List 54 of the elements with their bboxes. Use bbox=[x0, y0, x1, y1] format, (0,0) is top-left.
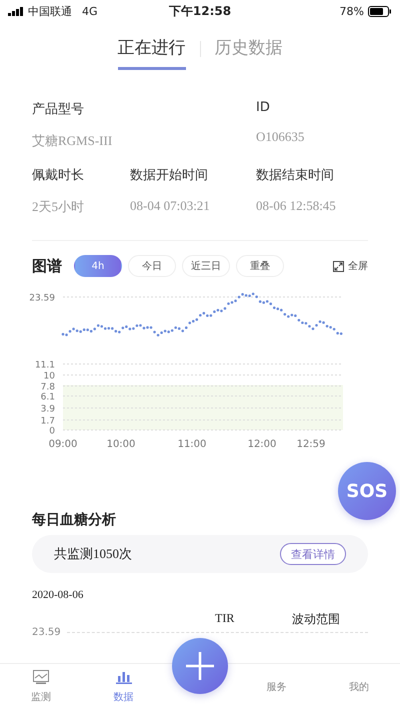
clock-time: 下午12:58 bbox=[168, 2, 232, 20]
add-button[interactable] bbox=[172, 638, 228, 694]
range-tab[interactable]: 近三日 bbox=[182, 255, 230, 277]
carrier-name: 中国联通 bbox=[28, 4, 72, 18]
column-heading: 波动范围 bbox=[292, 611, 340, 628]
plus-icon bbox=[185, 651, 216, 681]
battery-icon bbox=[368, 6, 392, 16]
battery-percent: 78% bbox=[340, 4, 364, 18]
axis-label: 10:00 bbox=[106, 439, 136, 450]
field-label: 数据结束时间 bbox=[256, 167, 335, 184]
nav-item[interactable]: 服务 bbox=[235, 664, 318, 710]
field-label: 产品型号 bbox=[32, 101, 85, 118]
fullscreen-button[interactable]: 全屏 bbox=[333, 259, 368, 273]
axis-label: 12:00 bbox=[248, 439, 276, 450]
details-button[interactable]: 查看详情 bbox=[280, 543, 346, 565]
tab[interactable]: 正在进行 bbox=[118, 36, 186, 70]
field-value: 08-06 12:58:45 bbox=[256, 198, 337, 214]
tab[interactable]: 历史数据 bbox=[214, 36, 282, 70]
section-title: 每日血糖分析 bbox=[32, 511, 117, 529]
sos-button[interactable]: SOS bbox=[338, 462, 396, 520]
axis-label: 6.1 bbox=[40, 392, 55, 402]
bar-chart-icon bbox=[116, 670, 132, 684]
nav-item[interactable]: 我的 bbox=[318, 664, 400, 710]
field-value: 艾糖RGMS-III bbox=[32, 132, 114, 150]
axis-label: 09:00 bbox=[48, 439, 78, 450]
field-label: 佩戴时长 bbox=[32, 167, 85, 184]
range-tab[interactable]: 重叠 bbox=[236, 255, 284, 277]
axis-label: 11:00 bbox=[178, 439, 206, 450]
field-value: 08-04 07:03:21 bbox=[130, 198, 211, 214]
range-tab[interactable]: 4h bbox=[74, 255, 122, 277]
axis-label: 7.8 bbox=[40, 382, 55, 392]
column-heading: TIR bbox=[215, 611, 234, 626]
expand-icon bbox=[333, 260, 344, 272]
signal-icon bbox=[8, 6, 24, 16]
axis-label: 0 bbox=[49, 426, 55, 436]
axis-label: 1.7 bbox=[40, 416, 55, 426]
axis-label: 3.9 bbox=[40, 404, 55, 414]
range-tab[interactable]: 今日 bbox=[128, 255, 176, 277]
field-label: ID bbox=[256, 100, 271, 115]
axis-label: 12:59 bbox=[296, 439, 326, 450]
field-value: 2天5小时 bbox=[32, 198, 85, 216]
network-type: 4G bbox=[82, 4, 98, 18]
axis-label: 10 bbox=[44, 372, 55, 382]
count-text: 共监测1050次 bbox=[54, 545, 132, 563]
nav-item[interactable]: 数据 bbox=[82, 664, 165, 710]
field-value: O106635 bbox=[256, 129, 306, 145]
date-text: 2020-08-06 bbox=[32, 589, 84, 601]
field-label: 数据开始时间 bbox=[130, 167, 209, 184]
monitor-icon bbox=[33, 670, 50, 684]
axis-label: 23.59 bbox=[32, 627, 61, 638]
nav-item[interactable]: 监测 bbox=[0, 664, 82, 710]
axis-label: 11.1 bbox=[34, 360, 55, 370]
section-title: 图谱 bbox=[32, 256, 62, 276]
axis-label: 23.59 bbox=[29, 294, 55, 304]
